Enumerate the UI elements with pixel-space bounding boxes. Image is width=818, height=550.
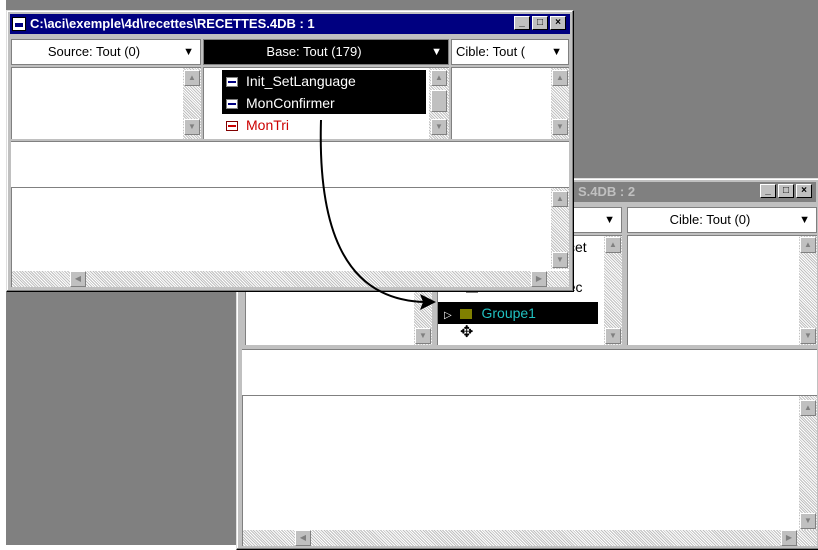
method-icon bbox=[226, 121, 238, 132]
base-scrollbar[interactable]: ▲ ▼ bbox=[604, 236, 622, 345]
base-dropdown-label: Base: Tout (179) bbox=[266, 44, 362, 59]
list-item-label: MonTri bbox=[246, 117, 290, 133]
cible-dropdown[interactable]: Cible: Tout (0) ▼ bbox=[627, 207, 817, 233]
scroll-down-button[interactable]: ▼ bbox=[415, 328, 431, 344]
minimize-button[interactable]: _ bbox=[514, 16, 530, 30]
close-button[interactable]: × bbox=[796, 184, 812, 198]
maximize-button[interactable]: □ bbox=[532, 16, 548, 30]
chevron-down-icon: ▼ bbox=[551, 46, 562, 58]
cible-scrollbar[interactable]: ▲ ▼ bbox=[799, 236, 817, 345]
cible-scrollbar[interactable]: ▲ ▼ bbox=[551, 68, 569, 139]
scroll-down-button[interactable]: ▼ bbox=[552, 119, 568, 135]
list-item-init-setlanguage[interactable]: Init_SetLanguage bbox=[222, 70, 426, 92]
detail-scrollbar[interactable]: ▲ ▼ bbox=[799, 396, 817, 530]
scroll-right-button[interactable]: ▶ bbox=[531, 271, 547, 287]
scroll-down-button[interactable]: ▼ bbox=[800, 328, 816, 344]
scroll-down-button[interactable]: ▼ bbox=[184, 119, 200, 135]
expand-triangle-icon[interactable]: ▷ bbox=[444, 310, 452, 321]
group-item-label: Groupe1 bbox=[481, 305, 536, 321]
window2-title: S.4DB : 2 bbox=[578, 184, 636, 199]
chevron-down-icon: ▼ bbox=[604, 214, 615, 226]
cible-list[interactable]: ▲ ▼ bbox=[451, 67, 569, 139]
cible-dropdown-label: Cible: Tout ( bbox=[456, 44, 526, 59]
move-cursor-icon: ✥ bbox=[460, 324, 474, 341]
detail-hscrollbar[interactable]: ◀ ▶ bbox=[12, 271, 569, 287]
window1-title: C:\aci\exemple\4d\recettes\RECETTES.4DB … bbox=[30, 16, 315, 31]
info-area bbox=[11, 141, 569, 187]
list-item-montri[interactable]: MonTri bbox=[222, 114, 426, 136]
scroll-up-button[interactable]: ▲ bbox=[184, 70, 200, 86]
scroll-down-button[interactable]: ▼ bbox=[605, 328, 621, 344]
scroll-down-button[interactable]: ▼ bbox=[800, 513, 816, 529]
minimize-button[interactable]: _ bbox=[760, 184, 776, 198]
scroll-right-button[interactable]: ▶ bbox=[781, 530, 797, 546]
scroll-left-button[interactable]: ◀ bbox=[295, 530, 311, 546]
scroll-up-button[interactable]: ▲ bbox=[800, 400, 816, 416]
folder-icon bbox=[459, 309, 472, 320]
base-dropdown[interactable]: Base: Tout (179) ▼ bbox=[203, 39, 449, 65]
scroll-up-button[interactable]: ▲ bbox=[552, 70, 568, 86]
source-dropdown-label: Source: Tout (0) bbox=[47, 44, 141, 59]
close-button[interactable]: × bbox=[550, 16, 566, 30]
scroll-up-button[interactable]: ▲ bbox=[552, 191, 568, 207]
source-list[interactable]: ▲ ▼ bbox=[11, 67, 201, 139]
scroll-left-button[interactable]: ◀ bbox=[70, 271, 86, 287]
group-item[interactable]: ▷ Groupe1 bbox=[438, 302, 598, 324]
list-item-label: MonConfirmer bbox=[246, 95, 335, 111]
chevron-down-icon: ▼ bbox=[183, 46, 194, 58]
scroll-up-button[interactable]: ▲ bbox=[605, 237, 621, 253]
detail-scrollbar[interactable]: ▲ ▼ bbox=[551, 188, 569, 269]
cible-list[interactable]: ▲ ▼ bbox=[627, 235, 817, 345]
app-icon bbox=[12, 17, 26, 31]
chevron-down-icon: ▼ bbox=[431, 46, 442, 58]
window1-titlebar[interactable]: C:\aci\exemple\4d\recettes\RECETTES.4DB … bbox=[10, 14, 570, 34]
cible-dropdown[interactable]: Cible: Tout ( ▼ bbox=[451, 39, 569, 65]
scroll-thumb[interactable] bbox=[431, 90, 447, 112]
detail-hscrollbar[interactable]: ◀ ▶ bbox=[243, 530, 817, 546]
method-icon bbox=[226, 77, 238, 88]
chevron-down-icon: ▼ bbox=[799, 214, 810, 226]
source-scrollbar[interactable]: ▲ ▼ bbox=[183, 68, 201, 139]
scroll-up-button[interactable]: ▲ bbox=[800, 237, 816, 253]
detail-area[interactable]: ▲ ▼ ◀ ▶ bbox=[242, 395, 817, 546]
list-item-label: Init_SetLanguage bbox=[246, 73, 356, 89]
maximize-button[interactable]: □ bbox=[778, 184, 794, 198]
detail-area[interactable]: ▲ ▼ ◀ ▶ bbox=[11, 187, 569, 287]
info-area bbox=[242, 349, 817, 395]
method-icon bbox=[226, 99, 238, 110]
base-list[interactable]: Init_SetLanguage MonConfirmer MonTri ▲ ▼ bbox=[203, 67, 449, 139]
source-dropdown[interactable]: Source: Tout (0) ▼ bbox=[11, 39, 201, 65]
scroll-down-button[interactable]: ▼ bbox=[431, 119, 447, 135]
cible-dropdown-label: Cible: Tout (0) bbox=[669, 212, 751, 227]
list-item-monconfirmer[interactable]: MonConfirmer bbox=[222, 92, 426, 114]
window-recettes-1: C:\aci\exemple\4d\recettes\RECETTES.4DB … bbox=[6, 10, 574, 292]
base-scrollbar[interactable]: ▲ ▼ bbox=[429, 68, 449, 139]
scroll-down-button[interactable]: ▼ bbox=[552, 252, 568, 268]
scroll-up-button[interactable]: ▲ bbox=[431, 70, 447, 86]
